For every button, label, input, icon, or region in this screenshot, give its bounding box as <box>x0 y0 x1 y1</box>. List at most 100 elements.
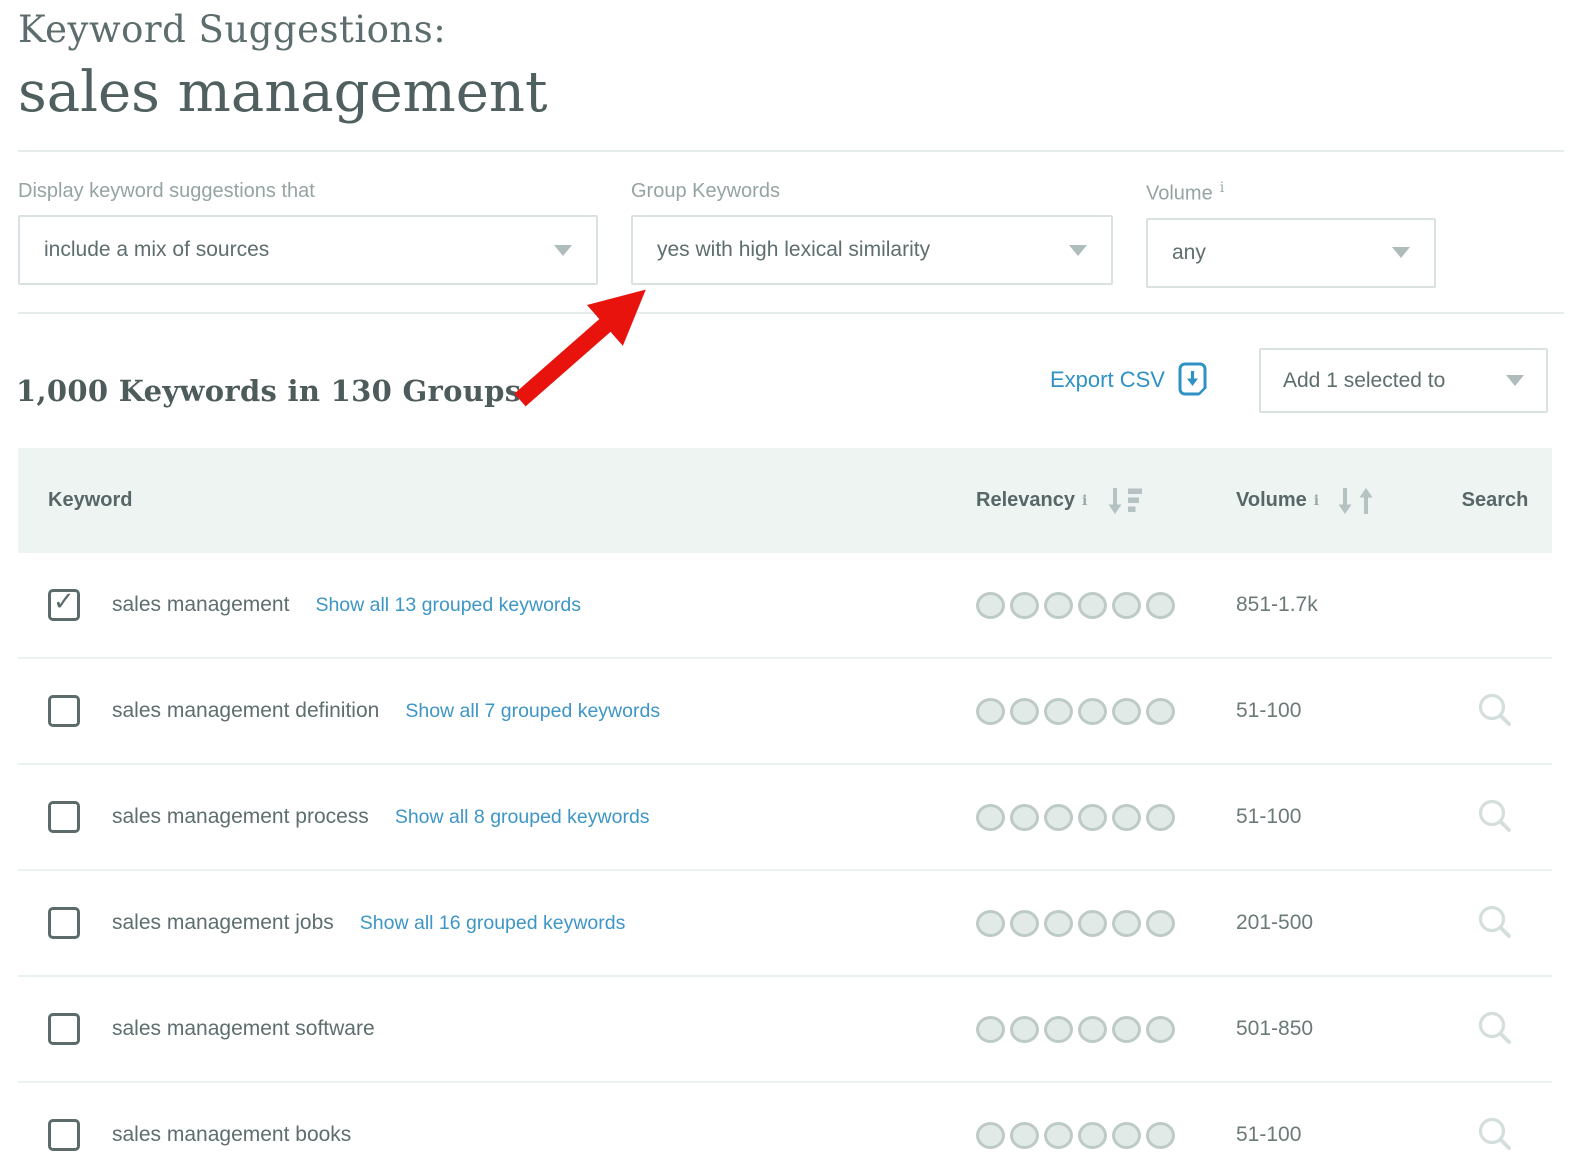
show-grouped-keywords-link[interactable]: Show all 16 grouped keywords <box>360 912 626 935</box>
group-keywords-dropdown[interactable]: yes with high lexical similarity <box>631 215 1113 285</box>
relevancy-dot <box>976 697 1005 725</box>
keyword-text: sales management definition <box>112 699 380 722</box>
sources-dropdown[interactable]: include a mix of sources <box>18 215 598 285</box>
divider <box>18 312 1564 314</box>
magnifier-icon <box>1478 1117 1511 1150</box>
info-icon[interactable]: i <box>1220 180 1224 196</box>
relevancy-dot <box>1146 1015 1175 1043</box>
filter-volume: Volume i any <box>1146 180 1436 288</box>
add-selected-dropdown[interactable]: Add 1 selected to <box>1259 348 1548 413</box>
relevancy-dot <box>1044 909 1073 937</box>
relevancy-dot <box>976 803 1005 831</box>
volume-value: 51-100 <box>1236 699 1302 722</box>
relevancy-dot <box>1044 1121 1073 1149</box>
relevancy-indicator <box>958 591 1220 619</box>
query-title: sales management <box>18 60 548 125</box>
search-keyword-button[interactable] <box>1475 691 1515 731</box>
relevancy-dot <box>1078 909 1107 937</box>
relevancy-dot <box>1010 803 1039 831</box>
relevancy-dot <box>1146 697 1175 725</box>
table-row: sales management software 501-850 <box>18 977 1552 1083</box>
info-icon[interactable]: i <box>1082 493 1087 509</box>
red-arrow-annotation <box>514 289 646 407</box>
relevancy-indicator <box>958 697 1220 725</box>
keywords-table: Keyword Relevancy i Volume i Search ✓ sa… <box>18 448 1552 1170</box>
relevancy-dot <box>1010 1121 1039 1149</box>
relevancy-sort-icon[interactable] <box>1105 486 1145 516</box>
relevancy-dot <box>1010 591 1039 619</box>
chevron-down-icon <box>1069 244 1087 256</box>
volume-value: 201-500 <box>1236 911 1314 934</box>
relevancy-dot <box>976 909 1005 937</box>
results-summary: 1,000 Keywords in 130 Groups <box>16 374 522 408</box>
relevancy-dot <box>976 591 1005 619</box>
volume-value: 51-100 <box>1236 1123 1302 1146</box>
row-checkbox[interactable] <box>48 1013 80 1045</box>
relevancy-dot <box>1112 909 1141 937</box>
export-csv-button[interactable]: Export CSV <box>1050 362 1209 398</box>
relevancy-dot <box>1078 1015 1107 1043</box>
table-row: sales management jobs Show all 16 grouped… <box>18 871 1552 977</box>
relevancy-dot <box>1078 1121 1107 1149</box>
show-grouped-keywords-link[interactable]: Show all 7 grouped keywords <box>405 700 660 723</box>
info-icon[interactable]: i <box>1314 493 1319 509</box>
relevancy-dot <box>1078 697 1107 725</box>
row-checkbox[interactable] <box>48 801 80 833</box>
search-keyword-button[interactable] <box>1475 903 1515 943</box>
volume-value: 501-850 <box>1236 1017 1314 1040</box>
volume-value: 851-1.7k <box>1236 593 1318 616</box>
table-row: sales management process Show all 8 group… <box>18 765 1552 871</box>
relevancy-indicator <box>958 1015 1220 1043</box>
volume-filter-label: Volume <box>1146 182 1213 205</box>
row-checkbox[interactable] <box>48 907 80 939</box>
volume-dropdown-value: any <box>1172 240 1206 264</box>
row-checkbox[interactable] <box>48 1119 80 1151</box>
relevancy-dot <box>1044 697 1073 725</box>
volume-sort-icon[interactable] <box>1335 486 1379 516</box>
relevancy-dot <box>1044 803 1073 831</box>
sources-dropdown-value: include a mix of sources <box>44 238 270 261</box>
row-checkbox[interactable]: ✓ <box>48 586 80 621</box>
relevancy-dot <box>1112 697 1141 725</box>
relevancy-dot <box>1146 1121 1175 1149</box>
volume-value: 51-100 <box>1236 805 1302 828</box>
divider <box>18 150 1564 152</box>
search-keyword-button[interactable] <box>1475 1009 1515 1049</box>
keyword-text: sales management <box>112 593 290 616</box>
show-grouped-keywords-link[interactable]: Show all 8 grouped keywords <box>395 806 650 829</box>
filter-sources-label: Display keyword suggestions that <box>18 180 315 202</box>
row-checkbox[interactable] <box>48 695 80 727</box>
table-row: sales management books 51-100 <box>18 1083 1552 1170</box>
relevancy-dot <box>1112 1015 1141 1043</box>
keyword-text: sales management jobs <box>112 911 334 934</box>
chevron-down-icon <box>554 244 572 256</box>
relevancy-dot <box>1010 909 1039 937</box>
export-download-icon <box>1178 362 1208 396</box>
relevancy-dot <box>1112 1121 1141 1149</box>
search-keyword-button[interactable] <box>1475 1115 1515 1155</box>
relevancy-dot <box>976 1015 1005 1043</box>
group-keywords-label: Group Keywords <box>631 180 780 202</box>
search-keyword-button[interactable] <box>1475 797 1515 837</box>
relevancy-indicator <box>958 909 1220 937</box>
export-csv-label: Export CSV <box>1050 367 1165 392</box>
relevancy-dot <box>1112 803 1141 831</box>
keyword-text: sales management process <box>112 805 369 828</box>
relevancy-dot <box>1146 591 1175 619</box>
relevancy-dot <box>1044 591 1073 619</box>
relevancy-dot <box>1112 591 1141 619</box>
keyword-text: sales management books <box>112 1123 352 1146</box>
relevancy-dot <box>1044 1015 1073 1043</box>
magnifier-icon <box>1478 1011 1511 1044</box>
keyword-text: sales management software <box>112 1017 375 1040</box>
relevancy-dot <box>1146 803 1175 831</box>
relevancy-dot <box>1146 909 1175 937</box>
magnifier-icon <box>1478 693 1511 726</box>
show-grouped-keywords-link[interactable]: Show all 13 grouped keywords <box>315 594 581 617</box>
filter-group-keywords: Group Keywords yes with high lexical sim… <box>631 180 1113 285</box>
volume-dropdown[interactable]: any <box>1146 217 1436 288</box>
relevancy-dot <box>1010 697 1039 725</box>
table-body: ✓ sales management Show all 13 grouped key… <box>18 553 1552 1170</box>
search-column-header: Search <box>1461 489 1529 511</box>
relevancy-dot <box>1078 803 1107 831</box>
